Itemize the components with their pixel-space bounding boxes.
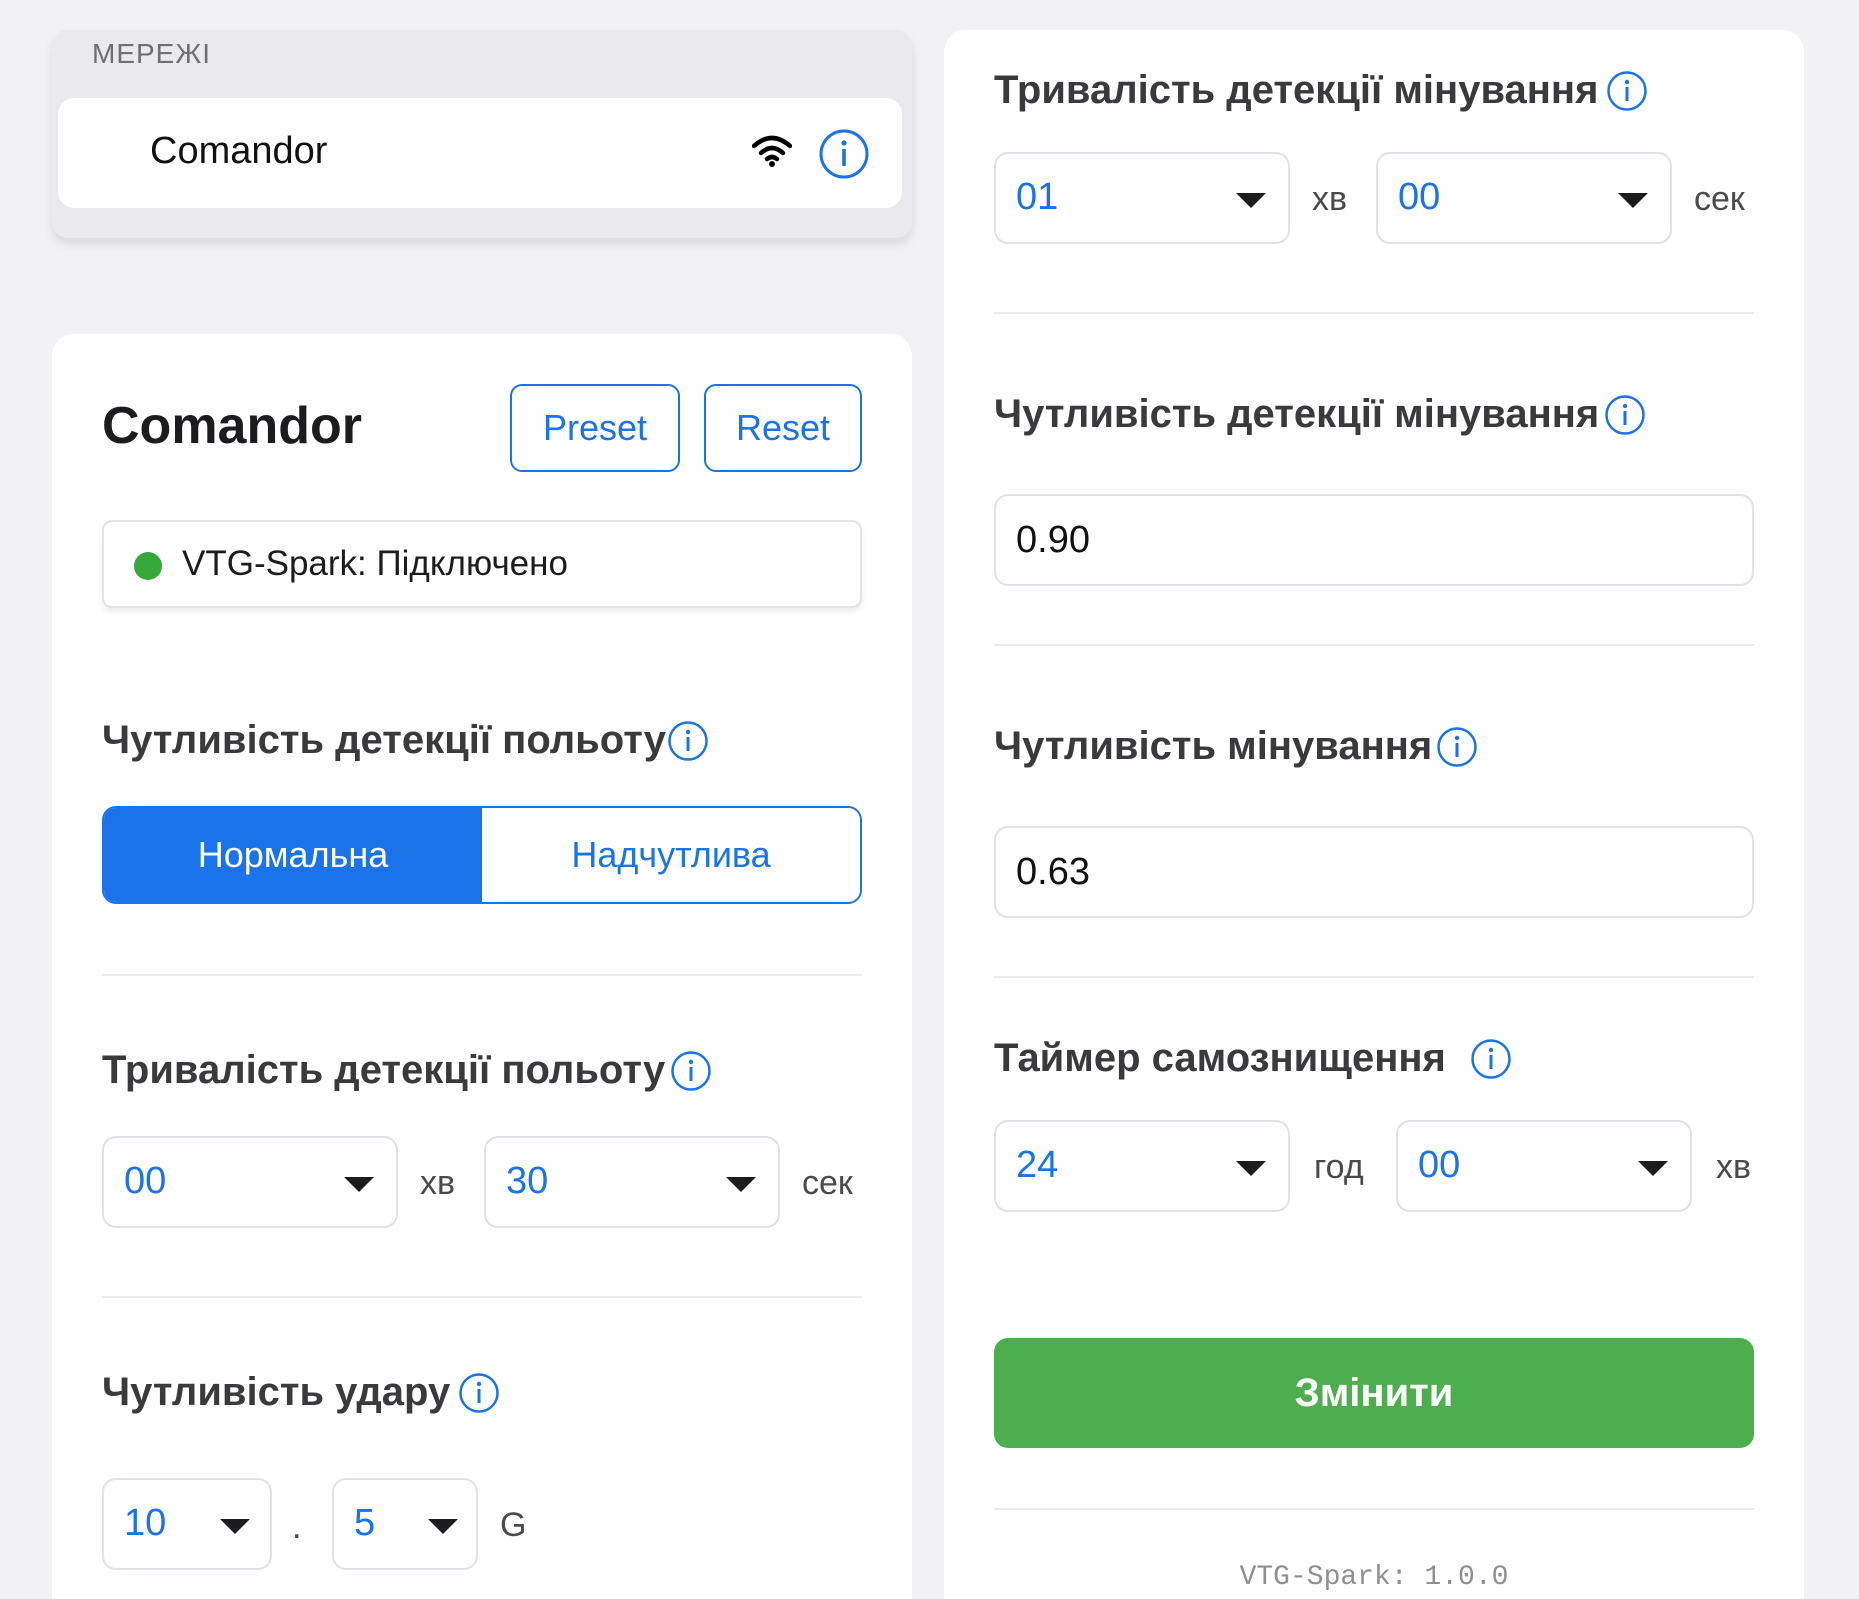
preset-button[interactable]: Preset [510, 384, 680, 472]
networks-header: МЕРЕЖІ [92, 38, 211, 69]
hours-unit: год [1314, 1148, 1364, 1186]
apply-button[interactable]: Змінити [994, 1338, 1754, 1448]
impact-integer-select[interactable]: 10 [102, 1478, 272, 1570]
select-value: 30 [506, 1160, 549, 1202]
device-settings-card: Comandor Preset Reset VTG-Spark: Підключ… [52, 334, 912, 1599]
flight-duration-info-icon[interactable] [670, 1050, 712, 1092]
select-value: 5 [354, 1502, 376, 1544]
impact-sensitivity-label: Чутливість удару [102, 1370, 451, 1414]
select-value: 10 [124, 1502, 167, 1544]
status-dot-icon [134, 552, 162, 580]
flight-duration-label: Тривалість детекції польоту [102, 1048, 666, 1092]
self-destruct-hours-select[interactable]: 24 [994, 1120, 1290, 1212]
networks-card: МЕРЕЖІ Comandor [52, 30, 912, 238]
mining-duration-label: Тривалість детекції мінування [994, 68, 1599, 112]
divider [994, 312, 1754, 314]
seconds-unit: сек [1694, 180, 1745, 218]
g-unit: G [500, 1506, 527, 1544]
chevron-down-icon [726, 1177, 756, 1192]
select-value: 00 [1418, 1144, 1461, 1186]
device-title: Comandor [102, 397, 362, 455]
divider [994, 976, 1754, 978]
flight-sensitivity-label: Чутливість детекції польоту [102, 718, 667, 762]
self-destruct-timer-label: Таймер самознищення [994, 1036, 1446, 1080]
minutes-unit: хв [1312, 180, 1348, 218]
mining-sensitivity-input[interactable]: 0.63 [994, 826, 1754, 918]
seconds-unit: сек [802, 1164, 853, 1202]
divider [102, 1296, 862, 1298]
connection-status: VTG-Spark: Підключено [102, 520, 862, 608]
impact-decimal-select[interactable]: 5 [332, 1478, 478, 1570]
mining-duration-info-icon[interactable] [1606, 70, 1648, 112]
network-name: Comandor [150, 130, 328, 172]
self-destruct-timer-info-icon[interactable] [1470, 1038, 1512, 1080]
flight-sensitivity-segmented: Нормальна Надчутлива [102, 806, 862, 904]
mining-sensitivity-info-icon[interactable] [1436, 726, 1478, 768]
divider [994, 644, 1754, 646]
mining-detection-sensitivity-input[interactable]: 0.90 [994, 494, 1754, 586]
select-value: 01 [1016, 176, 1059, 218]
network-info-icon[interactable] [818, 128, 870, 180]
decimal-separator: . [292, 1508, 302, 1546]
segment-normal[interactable]: Нормальна [104, 808, 482, 902]
version-text: VTG-Spark: 1.0.0 [1239, 1562, 1509, 1593]
wifi-icon [752, 135, 792, 167]
select-value: 24 [1016, 1144, 1059, 1186]
self-destruct-minutes-select[interactable]: 00 [1396, 1120, 1692, 1212]
mining-sensitivity-label: Чутливість мінування [994, 724, 1433, 768]
flight-duration-seconds-select[interactable]: 30 [484, 1136, 780, 1228]
reset-button[interactable]: Reset [704, 384, 862, 472]
chevron-down-icon [1236, 193, 1266, 208]
minutes-unit: хв [420, 1164, 456, 1202]
divider [102, 974, 862, 976]
select-value: 00 [124, 1160, 167, 1202]
chevron-down-icon [428, 1519, 458, 1534]
minutes-unit: хв [1716, 1148, 1752, 1186]
impact-sensitivity-info-icon[interactable] [458, 1372, 500, 1414]
mining-detection-sensitivity-info-icon[interactable] [1604, 394, 1646, 436]
flight-duration-minutes-select[interactable]: 00 [102, 1136, 398, 1228]
chevron-down-icon [1638, 1161, 1668, 1176]
mining-duration-seconds-select[interactable]: 00 [1376, 152, 1672, 244]
select-value: 00 [1398, 176, 1441, 218]
chevron-down-icon [1236, 1161, 1266, 1176]
chevron-down-icon [344, 1177, 374, 1192]
status-text: VTG-Spark: Підключено [182, 544, 568, 583]
divider [994, 1508, 1754, 1510]
flight-sensitivity-info-icon[interactable] [667, 720, 709, 762]
network-row[interactable]: Comandor [58, 98, 902, 208]
mining-settings-card: Тривалість детекції мінування 01 хв 00 с… [944, 30, 1804, 1599]
mining-duration-minutes-select[interactable]: 01 [994, 152, 1290, 244]
chevron-down-icon [220, 1519, 250, 1534]
chevron-down-icon [1618, 193, 1648, 208]
mining-detection-sensitivity-label: Чутливість детекції мінування [994, 392, 1600, 436]
segment-hypersensitive[interactable]: Надчутлива [482, 808, 860, 902]
